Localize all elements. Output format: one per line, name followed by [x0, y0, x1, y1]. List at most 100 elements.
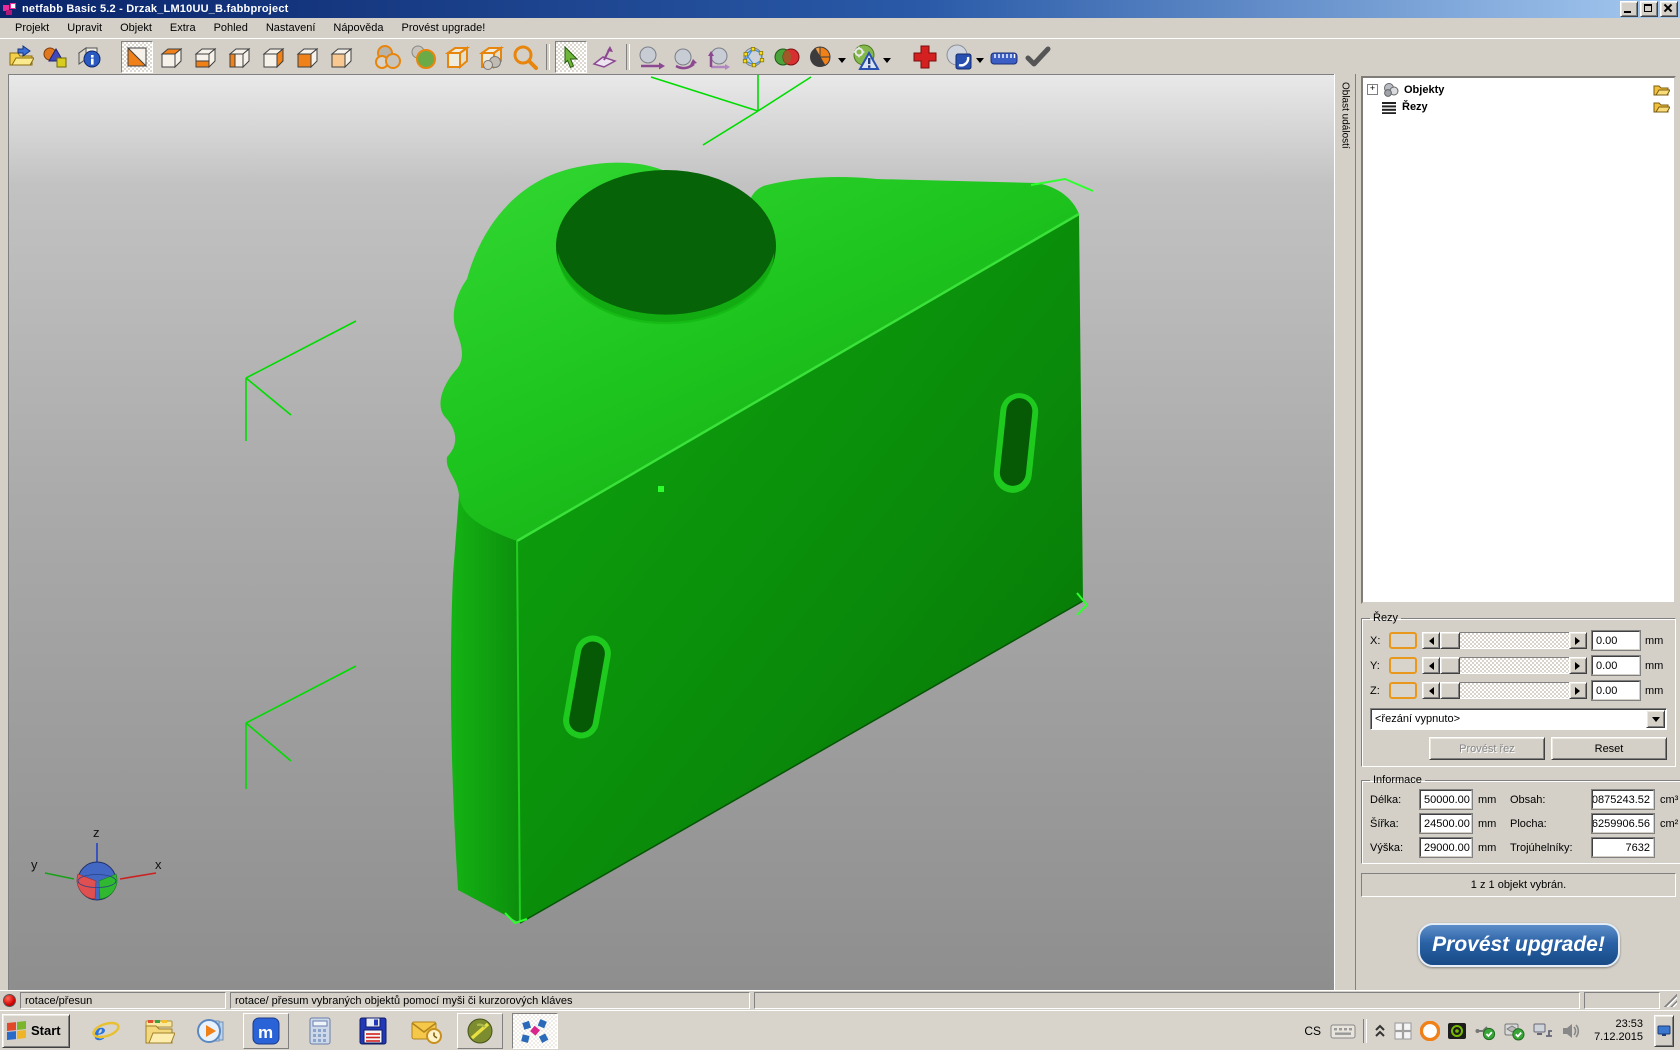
reset-button[interactable]: Reset: [1551, 737, 1667, 760]
analysis-button[interactable]: [850, 41, 882, 73]
slider-right-arrow[interactable]: [1569, 682, 1587, 699]
repair-part-dropdown[interactable]: [976, 58, 984, 67]
title-bar[interactable]: netfabb Basic 5.2 - Drzak_LM10UU_B.fabbp…: [0, 0, 1680, 18]
project-info-button[interactable]: [73, 41, 105, 73]
folder-open-icon[interactable]: [1653, 83, 1670, 96]
model-side-wall[interactable]: [451, 495, 520, 923]
slider-thumb[interactable]: [1440, 632, 1460, 649]
file-explorer-icon[interactable]: [137, 1014, 181, 1048]
chevron-up-icon[interactable]: [1374, 1023, 1386, 1039]
cut-value-x[interactable]: 0.00: [1592, 631, 1640, 650]
cut-toggle-x[interactable]: [1389, 632, 1417, 649]
platform-box-parts-button[interactable]: [475, 41, 507, 73]
avira-icon[interactable]: [1420, 1021, 1440, 1041]
new-analysis-button[interactable]: [909, 41, 941, 73]
zoom-button[interactable]: [509, 41, 541, 73]
edit-mesh-button[interactable]: [737, 41, 769, 73]
resize-grip[interactable]: [1664, 994, 1677, 1007]
cut-mode-select[interactable]: <řezání vypnuto>: [1370, 708, 1667, 730]
open-project-button[interactable]: [5, 41, 37, 73]
cut-toggle-z[interactable]: [1389, 682, 1417, 699]
cut-value-y[interactable]: 0.00: [1592, 656, 1640, 675]
slider-left-arrow[interactable]: [1422, 632, 1440, 649]
tree-item-objekty[interactable]: + Objekty: [1365, 81, 1672, 98]
info-value-trojuhelniky[interactable]: 7632: [1592, 838, 1654, 857]
add-parts-button[interactable]: [39, 41, 71, 73]
menu-projekt[interactable]: Projekt: [6, 20, 58, 36]
folder-open-icon[interactable]: [1653, 100, 1670, 113]
execute-cut-button[interactable]: Provést řez: [1429, 737, 1545, 760]
move-part-button[interactable]: [635, 41, 667, 73]
tray-clock[interactable]: 23:53 7.12.2015: [1594, 1018, 1643, 1044]
info-value-obsah[interactable]: 0875243.52: [1592, 790, 1654, 809]
tree-expander-icon[interactable]: +: [1367, 84, 1378, 95]
nvidia-icon[interactable]: [1447, 1021, 1467, 1041]
windows-tray-icon[interactable]: [1393, 1021, 1413, 1041]
menu-upravit[interactable]: Upravit: [58, 20, 111, 36]
menu-objekt[interactable]: Objekt: [111, 20, 161, 36]
cut-part-button[interactable]: [805, 41, 837, 73]
select-plane-button[interactable]: [589, 41, 621, 73]
tree-item-rezy[interactable]: Řezy: [1365, 98, 1672, 115]
cut-slider-x[interactable]: [1422, 632, 1587, 649]
netfabb-app-taskbar-button[interactable]: [512, 1013, 558, 1049]
media-player-icon[interactable]: [190, 1014, 234, 1048]
info-value-sirka[interactable]: 24500.00: [1420, 814, 1472, 833]
cut-value-z[interactable]: 0.00: [1592, 681, 1640, 700]
internet-explorer-icon[interactable]: e: [84, 1014, 128, 1048]
slider-thumb[interactable]: [1440, 657, 1460, 674]
platform-box-button[interactable]: [441, 41, 473, 73]
slider-right-arrow[interactable]: [1569, 632, 1587, 649]
minimize-button[interactable]: [1620, 1, 1638, 17]
combo-dropdown-button[interactable]: [1646, 710, 1665, 728]
usb-safe-remove-icon[interactable]: [1474, 1021, 1496, 1041]
network-icon[interactable]: [1532, 1021, 1554, 1041]
info-value-vyska[interactable]: 29000.00: [1420, 838, 1472, 857]
maximize-button[interactable]: [1640, 1, 1658, 17]
repair-part-button[interactable]: [943, 41, 975, 73]
menu-napoveda[interactable]: Nápověda: [324, 20, 392, 36]
slider-left-arrow[interactable]: [1422, 682, 1440, 699]
parts-tree[interactable]: + Objekty: [1361, 76, 1676, 604]
cut-toggle-y[interactable]: [1389, 657, 1417, 674]
validate-button[interactable]: [1022, 41, 1054, 73]
event-area-strip[interactable]: Oblast událostí: [1334, 74, 1356, 990]
viewport-3d[interactable]: z y x: [8, 74, 1334, 991]
upgrade-button[interactable]: Provést upgrade!: [1418, 923, 1620, 967]
show-desktop-button[interactable]: [1654, 1015, 1674, 1047]
scale-part-button[interactable]: [703, 41, 735, 73]
slider-right-arrow[interactable]: [1569, 657, 1587, 674]
info-value-plocha[interactable]: 6259906.56: [1592, 814, 1654, 833]
view-top-button[interactable]: [155, 41, 187, 73]
boolean-parts-button[interactable]: [771, 41, 803, 73]
cut-slider-y[interactable]: [1422, 657, 1587, 674]
language-indicator[interactable]: CS: [1304, 1024, 1321, 1038]
calculator-icon[interactable]: [298, 1014, 342, 1048]
menu-provest-upgrade[interactable]: Provést upgrade!: [393, 20, 495, 36]
view-left-button[interactable]: [223, 41, 255, 73]
outlook-icon[interactable]: [404, 1014, 448, 1048]
view-iso-button[interactable]: [121, 41, 153, 73]
sync-check-icon[interactable]: [1503, 1021, 1525, 1041]
volume-icon[interactable]: [1561, 1021, 1581, 1041]
platform-parts-button[interactable]: [373, 41, 405, 73]
start-button[interactable]: Start: [2, 1014, 70, 1048]
view-back-button[interactable]: [325, 41, 357, 73]
rotate-part-button[interactable]: [669, 41, 701, 73]
view-right-button[interactable]: [257, 41, 289, 73]
menu-nastaveni[interactable]: Nastavení: [257, 20, 325, 36]
slider-left-arrow[interactable]: [1422, 657, 1440, 674]
view-bottom-button[interactable]: [189, 41, 221, 73]
keyboard-icon[interactable]: [1330, 1022, 1356, 1040]
slider-thumb[interactable]: [1440, 682, 1460, 699]
save-floppy-icon[interactable]: [351, 1014, 395, 1048]
analysis-dropdown[interactable]: [883, 58, 891, 67]
select-cursor-button[interactable]: [555, 41, 587, 73]
info-value-delka[interactable]: 50000.00: [1420, 790, 1472, 809]
platform-part-green-button[interactable]: [407, 41, 439, 73]
view-front-button[interactable]: [291, 41, 323, 73]
close-button[interactable]: [1660, 1, 1678, 17]
menu-pohled[interactable]: Pohled: [205, 20, 257, 36]
maxthon-taskbar-button[interactable]: m: [243, 1013, 289, 1049]
netfabb-sphere-taskbar-button[interactable]: [457, 1013, 503, 1049]
